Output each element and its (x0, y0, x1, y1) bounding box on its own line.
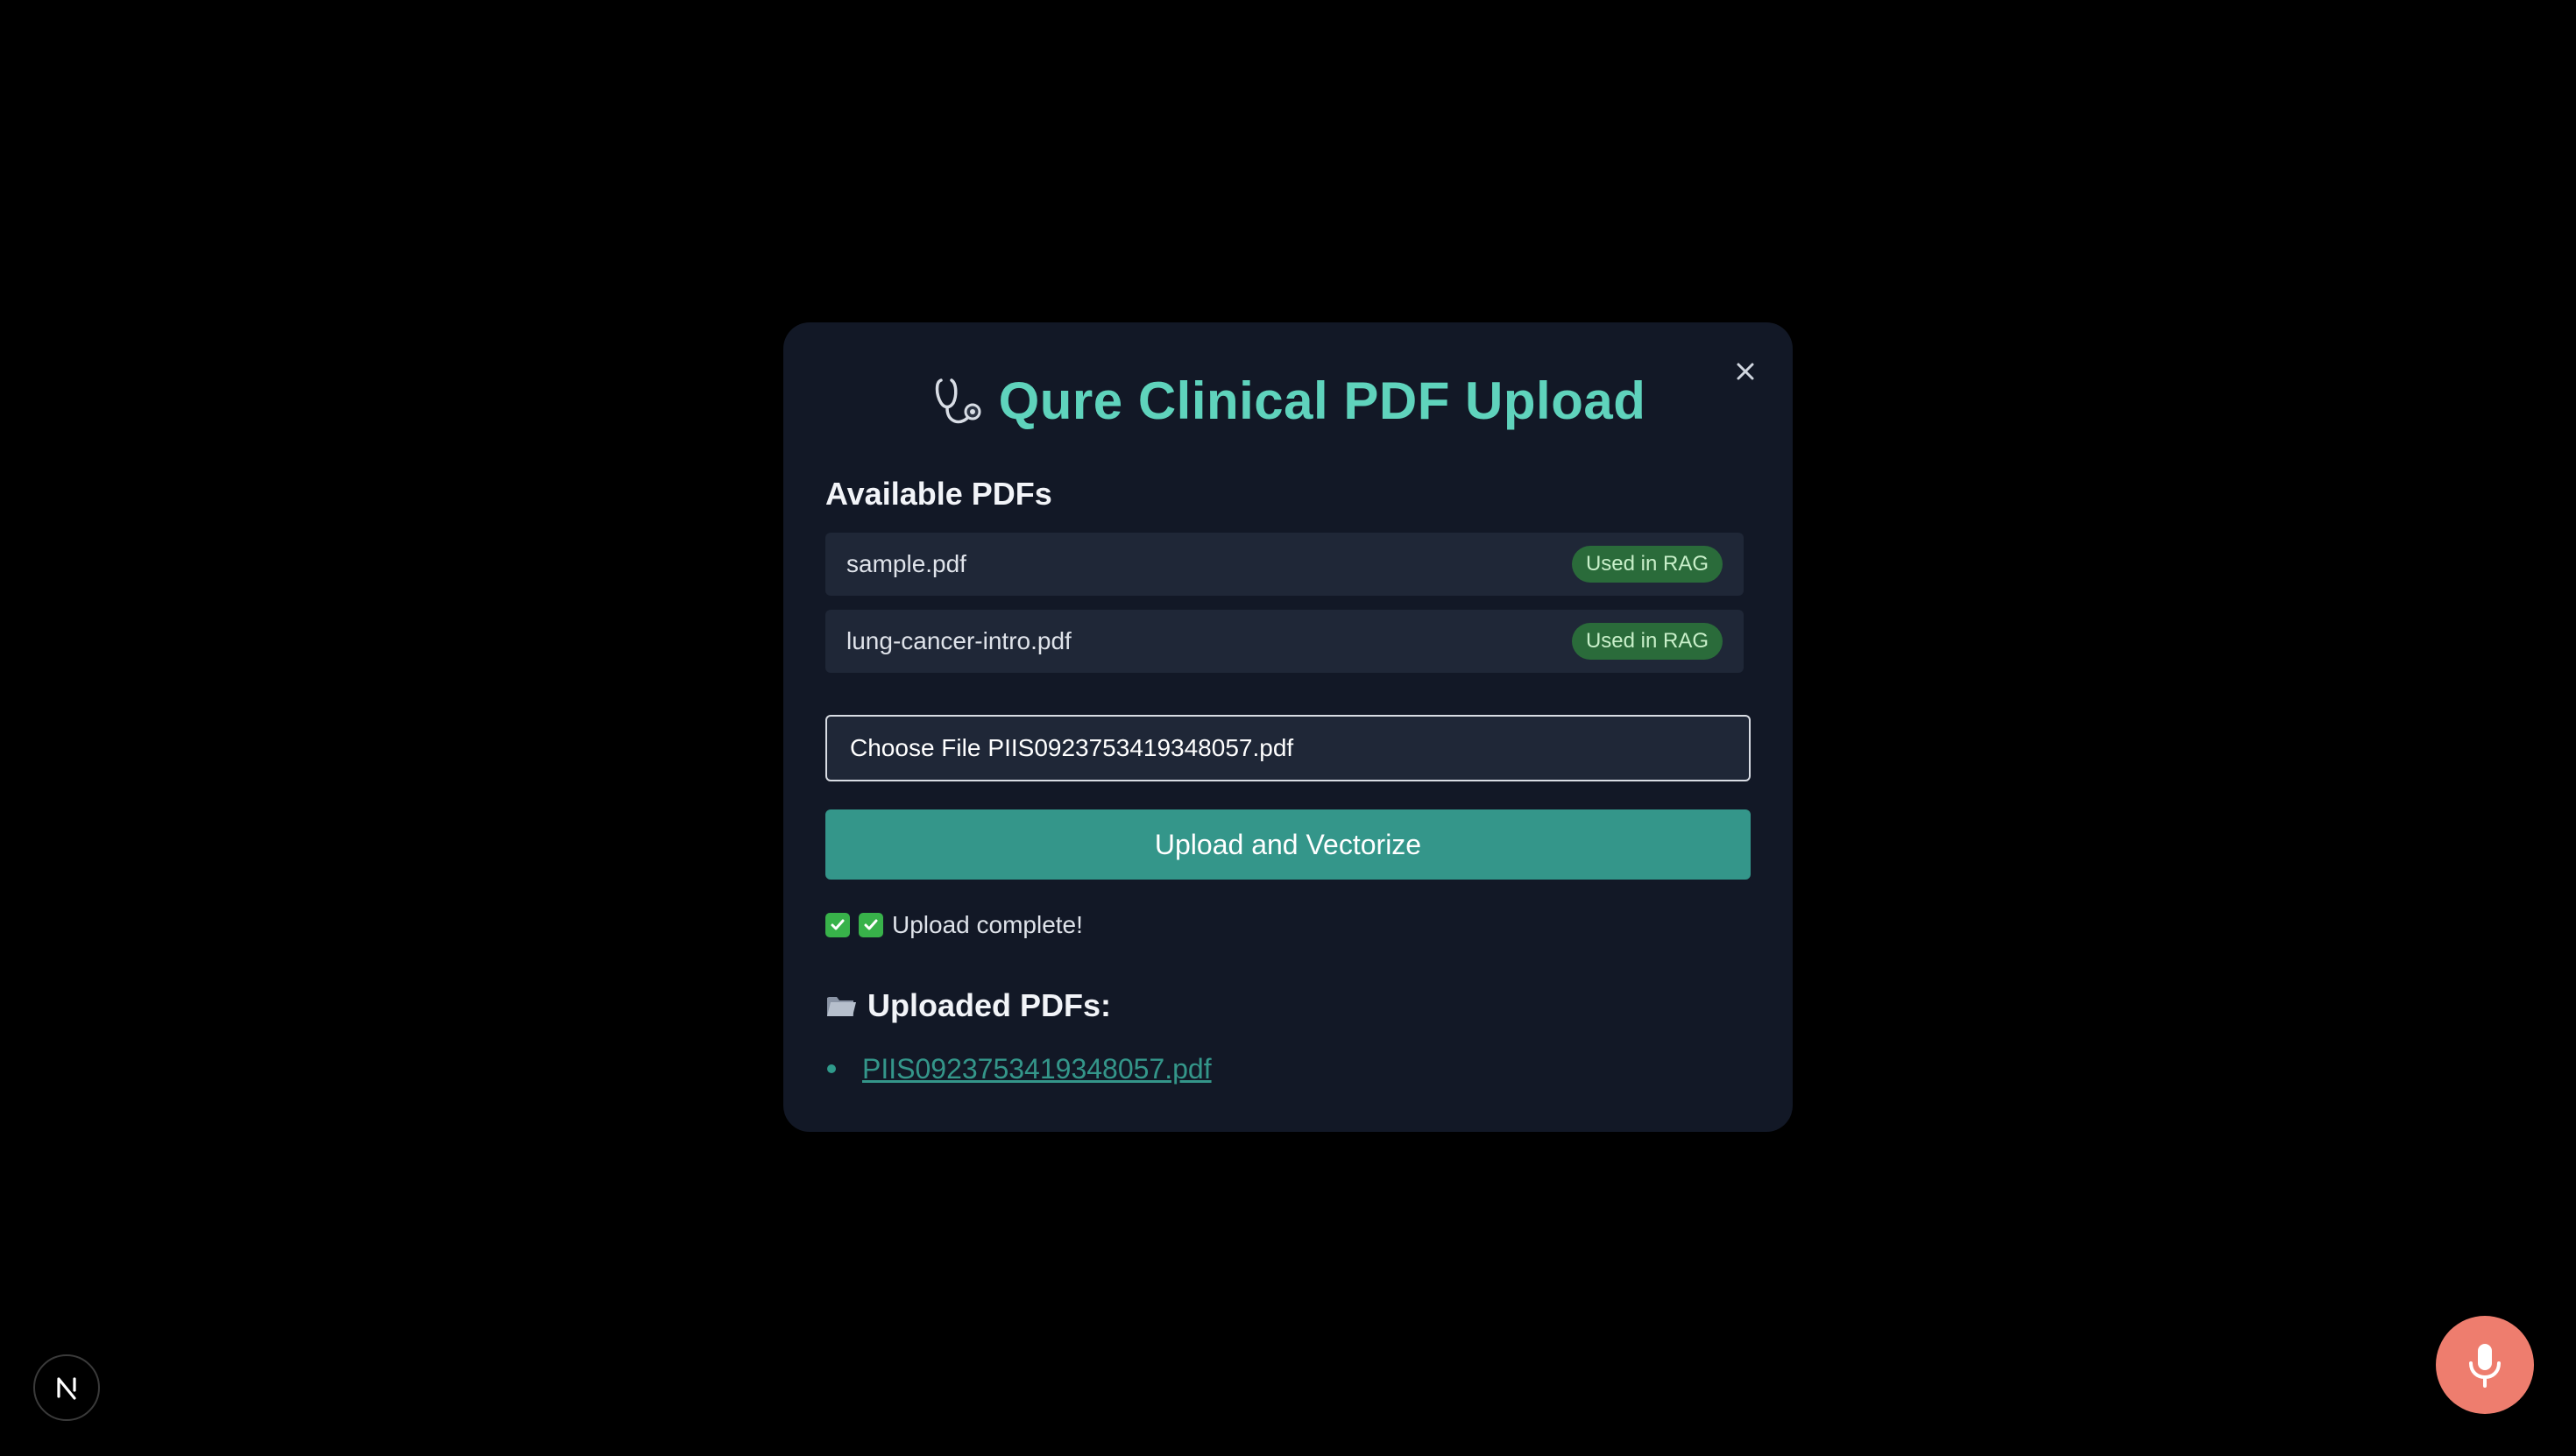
modal-header: Qure Clinical PDF Upload (783, 364, 1793, 438)
app-stage: Qure Clinical PDF Upload Available PDFs … (0, 0, 2576, 1456)
pdf-name: sample.pdf (846, 550, 966, 577)
check-icon (825, 913, 850, 937)
choose-file-button[interactable]: Choose File (850, 734, 980, 762)
check-icon (859, 913, 883, 937)
microphone-button[interactable] (2436, 1316, 2534, 1414)
modal-title: Qure Clinical PDF Upload (998, 371, 1646, 430)
upload-status: Upload complete! (825, 908, 1083, 943)
list-item: PIIS0923753419348057.pdf (825, 1050, 1212, 1088)
available-pdfs-list: sample.pdf Used in RAG lung-cancer-intro… (825, 533, 1744, 687)
rag-status-badge: Used in RAG (1571, 546, 1723, 583)
list-bullet (827, 1064, 836, 1073)
file-chooser-input[interactable]: Choose File PIIS0923753419348057.pdf (825, 715, 1751, 781)
available-pdfs-heading: Available PDFs (825, 476, 1052, 512)
upload-modal: Qure Clinical PDF Upload Available PDFs … (783, 322, 1793, 1132)
uploaded-pdf-link[interactable]: PIIS0923753419348057.pdf (862, 1050, 1212, 1088)
upload-status-text: Upload complete! (892, 911, 1083, 938)
pdf-list-item[interactable]: lung-cancer-intro.pdf Used in RAG (825, 610, 1744, 673)
nextjs-icon (57, 1377, 76, 1400)
uploaded-pdfs-list: PIIS0923753419348057.pdf (825, 1050, 1212, 1088)
pdf-list-item[interactable]: sample.pdf Used in RAG (825, 533, 1744, 596)
selected-file-name: PIIS0923753419348057.pdf (987, 734, 1294, 761)
uploaded-pdfs-heading-text: Uploaded PDFs: (867, 987, 1112, 1023)
upload-vectorize-button[interactable]: Upload and Vectorize (825, 809, 1751, 880)
microphone-icon (2469, 1344, 2501, 1388)
pdf-name: lung-cancer-intro.pdf (846, 627, 1072, 654)
folder-icon (827, 997, 856, 1016)
nextjs-devtools-button[interactable] (33, 1354, 100, 1421)
stethoscope-icon (935, 378, 981, 424)
uploaded-pdfs-heading: Uploaded PDFs: (825, 985, 1111, 1027)
rag-status-badge: Used in RAG (1571, 623, 1723, 660)
